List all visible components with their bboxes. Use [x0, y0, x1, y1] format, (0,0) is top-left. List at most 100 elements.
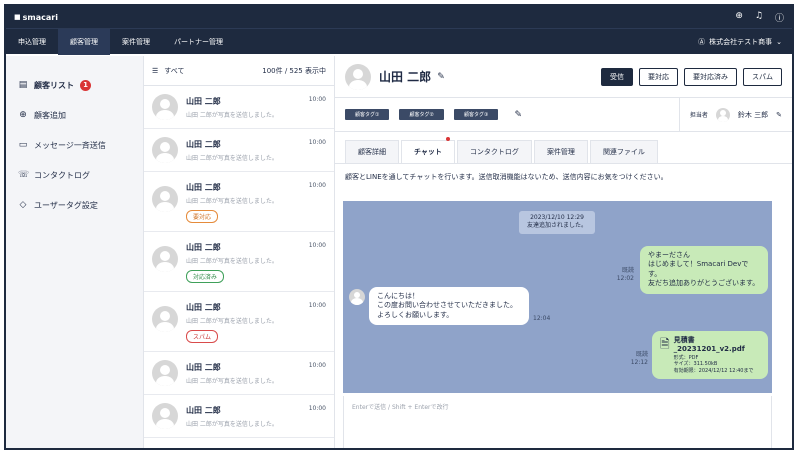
list-count: 100件 / 525 表示中: [262, 66, 326, 75]
system-message: 2023/12/10 12:29 友達追加されました。: [519, 211, 596, 234]
list-item-name: 山田 二郎: [186, 183, 221, 192]
company-icon: Ⓐ: [698, 37, 706, 46]
list-item-name: 山田 二郎: [186, 303, 221, 312]
avatar: [152, 306, 178, 332]
system-text: 友達追加されました。: [527, 222, 588, 230]
message-line: 友だち追加ありがとうございます。: [648, 279, 760, 288]
tab-projects[interactable]: 案件管理: [533, 140, 588, 163]
nav-tab-partners[interactable]: パートナー管理: [162, 29, 235, 55]
main-nav: 申込管理 顧客管理 案件管理 パートナー管理 Ⓐ 株式会社テスト商事 ⌄: [6, 28, 792, 55]
list-item[interactable]: 山田 二郎山田 二郎が写真を送信しました。対応済み 10:00: [144, 232, 334, 292]
resolved-button[interactable]: 要対応済み: [684, 67, 737, 86]
list-item-time: 10:00: [308, 302, 326, 309]
receive-button[interactable]: 受信: [601, 67, 633, 86]
sidebar-item-label: メッセージ一斉送信: [34, 140, 106, 150]
message-icon: ▭: [18, 140, 28, 150]
avatar: [152, 246, 178, 272]
tag-row: 顧客タグ① 顧客タグ② 顧客タグ③ ✎ 担当者 鈴木 三郎 ✎: [335, 97, 792, 132]
count-badge: 1: [80, 79, 91, 91]
owner-name: 鈴木 三郎: [737, 110, 769, 119]
sidebar-item-broadcast[interactable]: ▭ メッセージ一斉送信: [6, 130, 143, 160]
sidebar-item-label: ユーザータグ設定: [34, 200, 98, 210]
tab-files[interactable]: 関連ファイル: [589, 140, 658, 163]
list-item[interactable]: 山田 二郎 山田 二郎が写真を送信しました。 10:00: [144, 395, 334, 438]
nav-tab-applications[interactable]: 申込管理: [6, 29, 58, 55]
file-message[interactable]: 🗎 見積書_20231201_v2.pdf 形式：PDF サイズ：311.50k…: [652, 331, 768, 380]
tab-chat[interactable]: チャット: [401, 137, 455, 163]
globe-icon[interactable]: ⊕: [735, 11, 743, 24]
message-meta: 既読 12:02: [617, 267, 634, 283]
outgoing-message: やまーださん はじめまして！Smacari Devです。 友だち追加ありがとうご…: [640, 246, 768, 294]
list-item-message: 山田 二郎が写真を送信しました。: [186, 198, 278, 205]
add-icon: ⊕: [19, 110, 27, 120]
customer-name: 山田 二郎: [379, 70, 432, 84]
app-window: ■ smacari ⊕ ♫ ⓘ 申込管理 顧客管理 案件管理 パートナー管理 Ⓐ…: [4, 4, 794, 450]
filter-label: すべて: [164, 66, 185, 75]
sidebar-item-contact-log[interactable]: ☏ コンタクトログ: [6, 160, 143, 190]
sidebar-item-customer-list[interactable]: ▤ 顧客リスト 1: [6, 70, 143, 100]
needs-action-button[interactable]: 要対応: [639, 67, 678, 86]
sidebar-item-label: 顧客追加: [34, 110, 66, 120]
status-badge: 要対応: [186, 210, 219, 223]
read-status: 既読: [621, 267, 634, 274]
logo-text: smacari: [22, 12, 58, 22]
owner-field: 担当者 鈴木 三郎 ✎: [678, 97, 782, 132]
edit-name-icon[interactable]: ✎: [437, 72, 445, 82]
list-item-message: 山田 二郎が写真を送信しました。: [186, 258, 278, 265]
avatar: [715, 107, 730, 122]
list-item[interactable]: 山田 二郎山田 二郎が写真を送信しました。要対応 10:00: [144, 172, 334, 232]
logo: ■ smacari: [14, 13, 58, 22]
list-item[interactable]: 山田 二郎 山田 二郎が写真を送信しました。 10:00: [144, 129, 334, 172]
list-item-time: 10:00: [308, 139, 326, 146]
spam-button[interactable]: スパム: [743, 67, 782, 86]
message-meta: 既読 12:12: [631, 351, 648, 367]
list-item-time: 10:00: [308, 242, 326, 249]
chat-notice: 顧客とLINEを通してチャットを行います。送信取消機能はないため、送信内容にお気…: [345, 173, 668, 181]
filter-dropdown[interactable]: ☰ すべて: [152, 66, 185, 76]
input-placeholder: Enterで送信 / Shift + Enterで改行: [352, 404, 449, 411]
sidebar-item-label: コンタクトログ: [34, 170, 90, 180]
document-icon: 🗎: [660, 337, 670, 351]
list-item-time: 10:00: [308, 182, 326, 189]
chat-area[interactable]: 2023/12/10 12:29 友達追加されました。 既読 12:02 やまー…: [343, 201, 772, 393]
edit-owner-icon[interactable]: ✎: [776, 111, 782, 119]
tab-customer-detail[interactable]: 顧客詳細: [345, 140, 399, 163]
company-name: 株式会社テスト商事: [709, 37, 773, 46]
sidebar-item-add-customer[interactable]: ⊕ 顧客追加: [6, 100, 143, 130]
bell-icon[interactable]: ♫: [755, 11, 763, 24]
list-item[interactable]: 山田 二郎 山田 二郎が写真を送信しました。 10:00: [144, 86, 334, 129]
list-item-time: 10:00: [308, 96, 326, 103]
message-time: 12:04: [533, 315, 551, 322]
edit-tags-icon[interactable]: ✎: [514, 110, 522, 120]
list-item[interactable]: 山田 二郎 山田 二郎が写真を送信しました。 10:00: [144, 352, 334, 395]
sidebar: ▤ 顧客リスト 1 ⊕ 顧客追加 ▭ メッセージ一斉送信 ☏ コンタクトログ ◇…: [6, 56, 144, 448]
list-item-name: 山田 二郎: [186, 243, 221, 252]
phone-icon: ☏: [18, 170, 30, 180]
list-header: ☰ すべて 100件 / 525 表示中: [144, 56, 334, 86]
list-item-name: 山田 二郎: [186, 406, 221, 415]
message-line: やまーださん: [648, 251, 690, 259]
list-item[interactable]: 山田 二郎 山田 二郎が写真を送信しました。 スパム 10:00: [144, 292, 334, 352]
avatar: [152, 137, 178, 163]
customer-tag: 顧客タグ①: [345, 109, 390, 120]
filter-icon: ☰: [152, 66, 159, 75]
list-item-message: 山田 二郎が写真を送信しました。: [186, 155, 278, 162]
customer-header: 山田 二郎 ✎ 受信 要対応 要対応済み スパム: [335, 56, 792, 98]
tag-icon: ◇: [19, 200, 27, 210]
customer-detail: 山田 二郎 ✎ 受信 要対応 要対応済み スパム 顧客タグ① 顧客タグ② 顧客タ…: [335, 56, 792, 448]
nav-tab-customers[interactable]: 顧客管理: [58, 28, 110, 55]
company-menu[interactable]: Ⓐ 株式会社テスト商事 ⌄: [698, 37, 782, 47]
message-input[interactable]: Enterで送信 / Shift + Enterで改行: [343, 396, 772, 448]
list-item-name: 山田 二郎: [186, 363, 221, 372]
avatar: [345, 63, 371, 90]
status-badge: 対応済み: [186, 270, 225, 283]
info-icon[interactable]: ⓘ: [775, 11, 784, 24]
sidebar-item-user-tags[interactable]: ◇ ユーザータグ設定: [6, 190, 143, 220]
avatar: [152, 94, 178, 120]
tab-contact-log[interactable]: コンタクトログ: [456, 140, 532, 163]
list-item-message: 山田 二郎が写真を送信しました。: [186, 378, 278, 385]
message-time: 12:02: [616, 274, 634, 282]
avatar: [152, 186, 178, 212]
nav-tab-projects[interactable]: 案件管理: [110, 29, 162, 55]
detail-tabs: 顧客詳細 チャット コンタクトログ 案件管理 関連ファイル: [335, 137, 792, 164]
